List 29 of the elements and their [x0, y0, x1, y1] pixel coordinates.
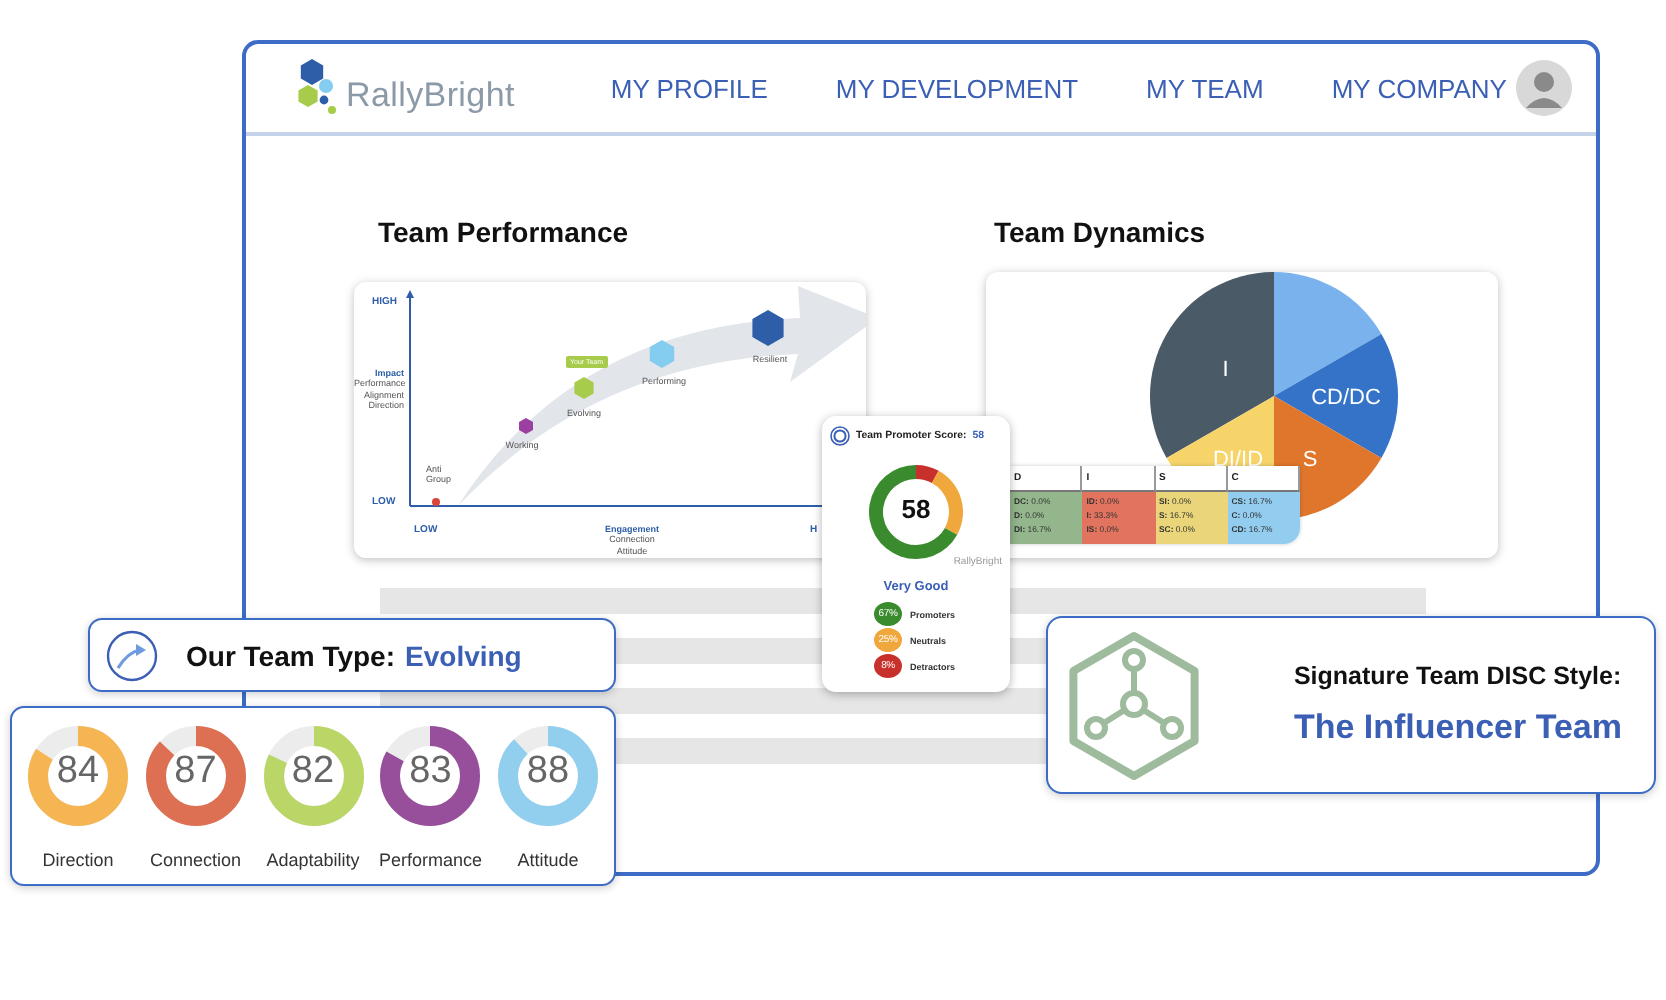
slice-label: CD/DC — [1311, 386, 1381, 410]
card-label: Signature Team DISC Style: — [1293, 662, 1622, 690]
score-label: Connection — [149, 850, 242, 870]
score-number: 84 — [54, 750, 102, 794]
score-label: Direction — [42, 850, 114, 870]
nav-link[interactable]: MY COMPANY — [1331, 73, 1507, 103]
team-type-value: Evolving — [405, 639, 522, 671]
arrow-circle-icon — [106, 629, 158, 681]
score-label: Adaptability — [266, 850, 360, 870]
nav-link[interactable]: MY DEVELOPMENT — [835, 73, 1079, 103]
slice-label: I — [1222, 358, 1229, 382]
score-number: 88 — [524, 750, 572, 794]
score-number: 83 — [407, 750, 454, 794]
section-title: Team Dynamics — [992, 216, 1208, 248]
avatar-icon[interactable] — [1516, 60, 1572, 116]
score-label: Performance — [378, 850, 483, 870]
slice-label: S — [1302, 448, 1318, 473]
logo-text: RallyBright — [346, 76, 515, 116]
disc-style-value: The Influencer Team — [1293, 708, 1622, 748]
card-label: Our Team Type: — [186, 639, 396, 671]
nav-link[interactable]: MY PROFILE — [610, 73, 768, 103]
ring-icon — [830, 426, 850, 446]
score-number: 87 — [172, 750, 219, 794]
score-label: Attitude — [517, 850, 579, 870]
nav-link[interactable]: MY TEAM — [1146, 73, 1264, 103]
logo-icon — [294, 58, 342, 118]
score-number: 82 — [289, 750, 337, 794]
score-number: 58 — [899, 494, 933, 524]
section-title: Team Performance — [376, 216, 631, 248]
